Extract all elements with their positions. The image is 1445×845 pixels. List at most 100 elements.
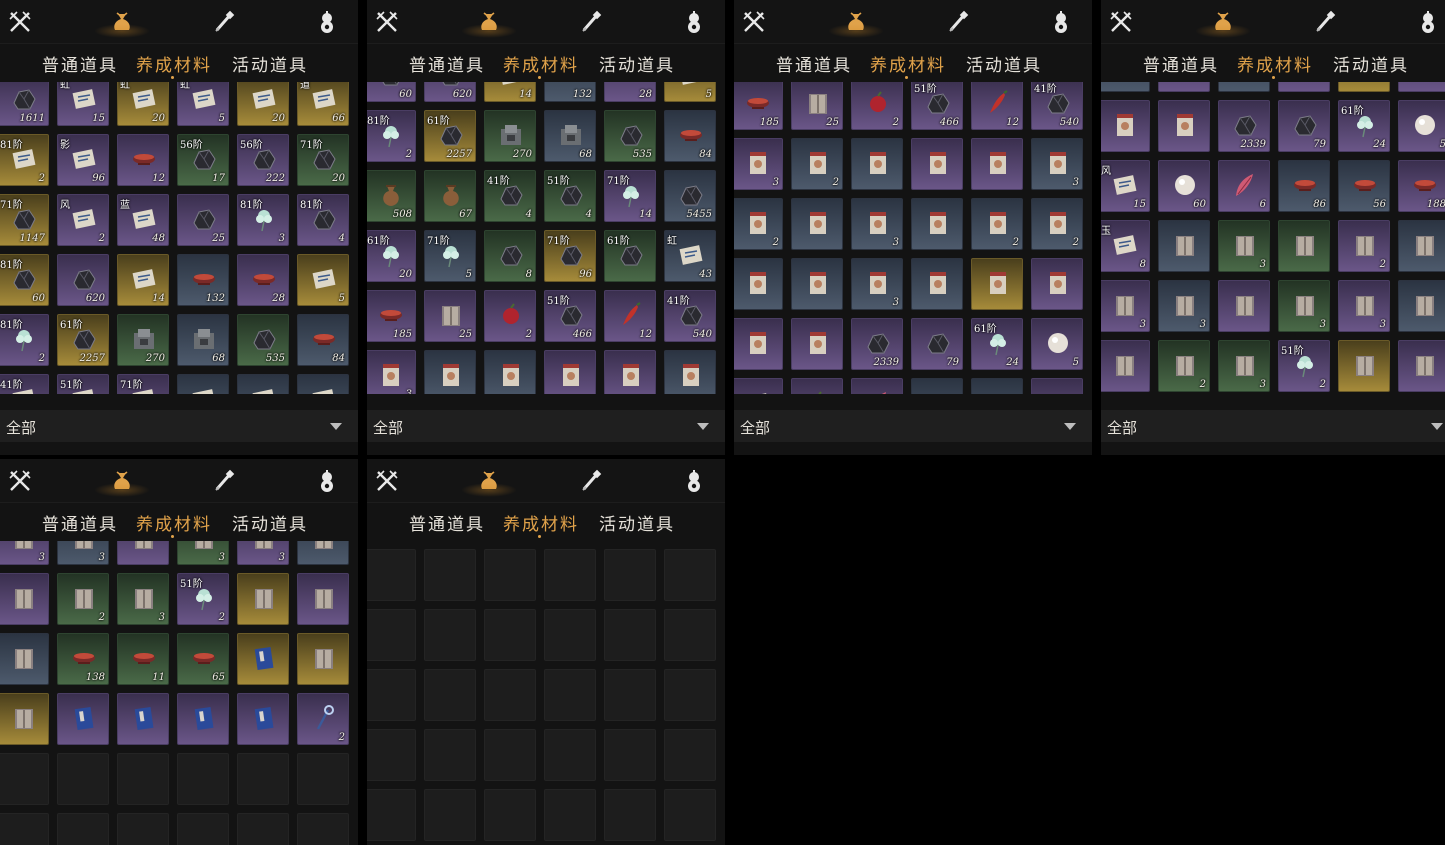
item-slot[interactable]: 影 96 [57,134,109,186]
item-slot[interactable]: 132 [177,254,229,306]
item-slot[interactable] [297,374,349,394]
item-slot[interactable]: 56 [1338,160,1390,212]
item-slot[interactable] [1218,280,1270,332]
item-slot[interactable] [734,318,783,370]
empty-slot[interactable] [297,753,349,805]
filter-dropdown[interactable]: 全部 [0,410,358,442]
item-slot[interactable] [237,573,289,625]
item-slot[interactable]: 道 66 [297,82,349,126]
item-slot[interactable]: 81阶 4 [297,194,349,246]
item-slot[interactable]: 12 [604,290,656,342]
item-slot[interactable]: 3 [1278,280,1330,332]
item-slot[interactable] [791,258,843,310]
scroll-brush-icon[interactable] [580,10,604,34]
filter-dropdown[interactable]: 全部 [734,410,1092,442]
empty-slot[interactable] [604,669,656,721]
item-slot[interactable]: 51阶 466 [911,82,963,130]
scroll-brush-icon[interactable] [580,469,604,493]
item-slot[interactable]: 2 [971,198,1023,250]
item-slot[interactable]: 81阶 3 [237,194,289,246]
item-slot[interactable]: 270 [484,110,536,162]
tab-2[interactable]: 活动道具 [232,51,308,76]
item-grid-viewport[interactable]: 60 620 14 132 28 5 81阶 2 61阶 2257 270 68 535 84 508 67 4… [367,82,725,394]
item-slot[interactable]: 2 [734,198,783,250]
item-slot[interactable] [911,378,963,394]
item-slot[interactable]: 14 [484,82,536,102]
item-slot[interactable]: 12 [971,82,1023,130]
empty-slot[interactable] [424,549,476,601]
item-slot[interactable]: 3 [1031,138,1083,190]
item-slot[interactable]: 3 [117,573,169,625]
crossed-swords-icon[interactable] [375,469,399,493]
item-slot[interactable] [911,258,963,310]
item-slot[interactable]: 3 [851,258,903,310]
item-slot[interactable]: 41阶 4 [484,170,536,222]
item-slot[interactable]: 风 15 [1101,160,1150,212]
item-slot[interactable]: 玉8 [1101,220,1150,272]
empty-slot[interactable] [297,813,349,845]
empty-slot[interactable] [237,813,289,845]
item-slot[interactable]: 虹 15 [57,82,109,126]
item-slot[interactable]: 5 [297,254,349,306]
item-slot[interactable] [0,693,49,745]
empty-slot[interactable] [177,813,229,845]
item-slot[interactable]: 2 [297,693,349,745]
item-slot[interactable]: 3 [1218,220,1270,272]
item-slot[interactable] [1218,82,1270,92]
item-slot[interactable] [1338,340,1390,392]
item-grid-viewport[interactable] [367,541,725,845]
filter-dropdown[interactable]: 全部 [1101,410,1445,442]
tab-1[interactable]: 养成材料 [136,51,212,76]
empty-slot[interactable] [367,609,416,661]
gourd-icon[interactable] [1416,10,1440,34]
item-slot[interactable]: 2 [484,290,536,342]
item-slot[interactable] [1158,100,1210,152]
tab-0[interactable]: 普通道具 [42,510,118,535]
item-slot[interactable] [117,541,169,565]
item-slot[interactable]: 535 [237,314,289,366]
item-slot[interactable] [1398,340,1445,392]
empty-slot[interactable] [57,813,109,845]
empty-slot[interactable] [664,669,716,721]
item-slot[interactable]: 2 [57,573,109,625]
item-slot[interactable] [911,198,963,250]
item-slot[interactable]: 81阶 2 [0,314,49,366]
empty-slot[interactable] [484,609,536,661]
empty-slot[interactable] [664,729,716,781]
item-slot[interactable] [911,138,963,190]
item-slot[interactable] [1278,82,1330,92]
item-slot[interactable]: 61阶 2257 [424,110,476,162]
empty-slot[interactable] [544,609,596,661]
empty-slot[interactable] [0,753,49,805]
item-slot[interactable]: 71阶 5 [424,230,476,282]
scroll-brush-icon[interactable] [947,10,971,34]
tab-0[interactable]: 普通道具 [1143,51,1219,76]
item-slot[interactable]: 2339 [851,318,903,370]
tab-0[interactable]: 普通道具 [409,51,485,76]
item-slot[interactable] [1101,100,1150,152]
tab-0[interactable]: 普通道具 [42,51,118,76]
item-slot[interactable] [1101,82,1150,92]
item-slot[interactable]: 25 [424,290,476,342]
empty-slot[interactable] [544,549,596,601]
item-slot[interactable]: 5455 [664,170,716,222]
tab-1[interactable]: 养成材料 [1237,51,1313,76]
empty-slot[interactable] [367,729,416,781]
item-slot[interactable] [117,693,169,745]
item-slot[interactable]: 3 [0,541,49,565]
filter-dropdown[interactable]: 全部 [367,410,725,442]
item-slot[interactable]: 28 [604,82,656,102]
item-slot[interactable]: 2 [1338,220,1390,272]
item-slot[interactable]: 风2 [57,194,109,246]
item-slot[interactable]: 2 [791,138,843,190]
item-slot[interactable] [1031,258,1083,310]
item-slot[interactable] [734,258,783,310]
item-slot[interactable]: 65 [177,633,229,685]
item-slot[interactable]: 61阶 24 [1338,100,1390,152]
item-slot[interactable]: 71阶 [117,374,169,394]
item-slot[interactable] [971,258,1023,310]
item-slot[interactable]: 68 [544,110,596,162]
item-slot[interactable]: 185 [734,82,783,130]
item-slot[interactable]: 535 [604,110,656,162]
item-slot[interactable]: 620 [424,82,476,102]
